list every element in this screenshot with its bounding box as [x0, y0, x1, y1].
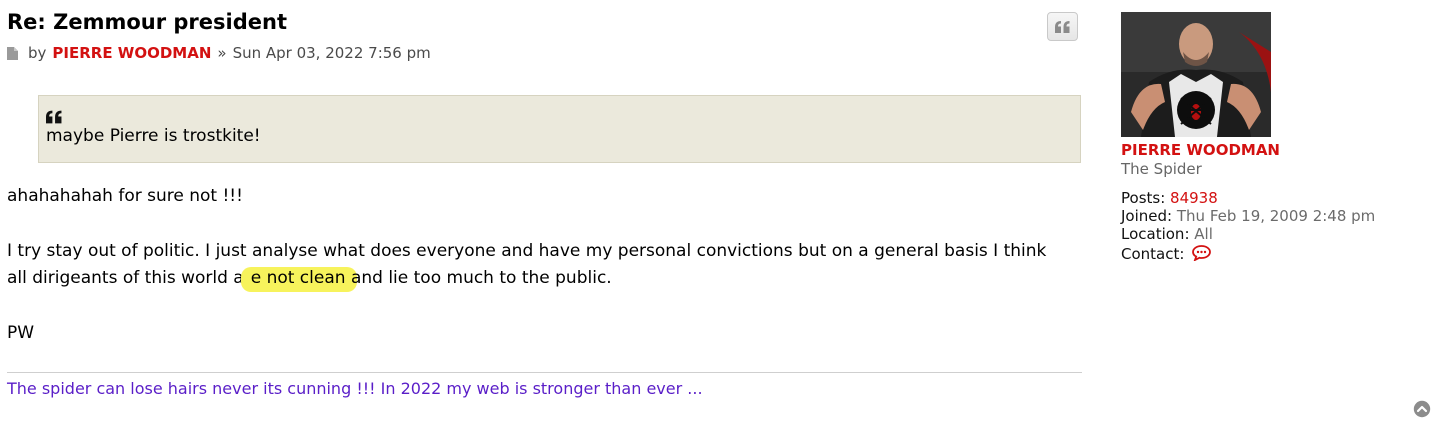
paragraph-text-start: all dirigeants of this world ar	[7, 268, 251, 288]
quote-text: maybe Pierre is trostkite!	[46, 126, 261, 146]
profile-rank: The Spider	[1121, 160, 1202, 178]
location-row: Location: All	[1121, 225, 1375, 243]
post-signoff: PW	[7, 323, 35, 343]
location-value: All	[1194, 225, 1213, 243]
avatar[interactable]	[1121, 12, 1271, 137]
quote-button[interactable]	[1047, 12, 1078, 41]
post-paragraph: I try stay out of politic. I just analys…	[7, 238, 1087, 292]
joined-row: Joined: Thu Feb 19, 2009 2:48 pm	[1121, 207, 1375, 225]
post-meta: by PIERRE WOODMAN » Sun Apr 03, 2022 7:5…	[7, 43, 431, 63]
arrow-up-circle-icon[interactable]	[1413, 400, 1431, 418]
signature-divider	[7, 372, 1082, 373]
profile-stats: Posts: 84938 Joined: Thu Feb 19, 2009 2:…	[1121, 189, 1375, 263]
post-author-link[interactable]: PIERRE WOODMAN	[52, 43, 211, 63]
by-label: by	[28, 44, 47, 62]
posts-label: Posts:	[1121, 189, 1166, 207]
location-label: Location:	[1121, 225, 1190, 243]
posts-row: Posts: 84938	[1121, 189, 1375, 207]
contact-label: Contact:	[1121, 245, 1185, 263]
post-date: Sun Apr 03, 2022 7:56 pm	[232, 44, 431, 62]
quote-icon	[1055, 20, 1070, 33]
user-signature: The spider can lose hairs never its cunn…	[7, 379, 703, 398]
paragraph-text-end: and lie too much to the public.	[350, 268, 612, 288]
posts-count-link[interactable]: 84938	[1170, 189, 1218, 207]
chat-bubble-icon[interactable]	[1192, 245, 1212, 262]
joined-label: Joined:	[1121, 207, 1173, 225]
quote-mark-icon	[46, 104, 1073, 124]
meta-separator: »	[217, 44, 227, 62]
avatar-image	[1121, 12, 1271, 137]
post-line-1: ahahahahah for sure not !!!	[7, 186, 243, 206]
highlighted-text: e not clean	[240, 267, 357, 292]
joined-value: Thu Feb 19, 2009 2:48 pm	[1176, 207, 1376, 225]
document-icon[interactable]	[7, 46, 18, 60]
paragraph-line-b: all dirigeants of this world are not cle…	[7, 265, 1087, 292]
profile-username[interactable]: PIERRE WOODMAN	[1121, 141, 1280, 159]
post-title[interactable]: Re: Zemmour president	[7, 8, 287, 36]
quote-block: maybe Pierre is trostkite!	[38, 95, 1081, 163]
paragraph-line-a: I try stay out of politic. I just analys…	[7, 241, 1047, 261]
contact-row: Contact:	[1121, 245, 1375, 263]
